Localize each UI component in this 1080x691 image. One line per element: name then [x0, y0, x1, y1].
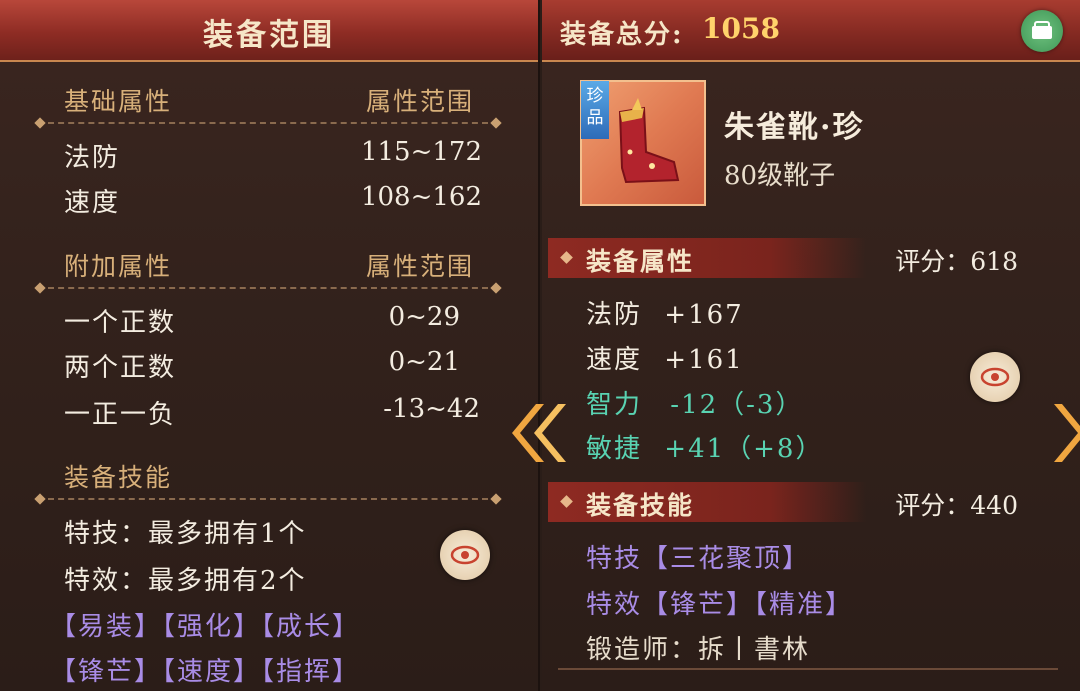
view-attributes-button[interactable]	[970, 352, 1020, 402]
extra-attr-label: 附加属性	[64, 252, 173, 281]
item-name: 朱雀靴·珍	[724, 110, 865, 145]
item-type: 80级靴子	[724, 161, 836, 191]
extra-attr-range: 0~21	[388, 347, 460, 377]
stat-line-bonus: 敏捷 +41（+8）	[586, 428, 823, 465]
skill-range-label: 装备技能	[64, 463, 173, 492]
banner-diamond	[560, 495, 573, 508]
range-panel-title: 装备范围	[203, 18, 335, 53]
divider-diamond	[490, 493, 502, 505]
skill-score: 评分：440	[895, 491, 1018, 520]
bottom-divider	[558, 668, 1058, 670]
eye-icon	[980, 367, 1010, 387]
base-attr-name: 法防	[64, 143, 121, 173]
stunt-limit-text: 特技：最多拥有1个	[64, 519, 307, 549]
chevron-right-icon	[1054, 404, 1080, 462]
stat-value: +41（+8）	[664, 434, 824, 464]
view-effects-button[interactable]	[440, 530, 490, 580]
eye-icon	[450, 545, 480, 565]
base-range-label: 属性范围	[366, 87, 475, 116]
skill-divider	[48, 498, 488, 500]
divider-diamond	[490, 282, 502, 294]
base-attr-range: 115~172	[360, 137, 482, 167]
stat-name: 智力	[586, 390, 643, 420]
detail-panel-header: 装备总分: 1058	[542, 0, 1080, 62]
equipment-range-panel: 装备范围 基础属性 属性范围 法防 115~172 速度 108~162 附加属…	[0, 0, 540, 691]
stat-line-bonus: 智力 -12（-3）	[586, 384, 803, 421]
banner-diamond	[560, 251, 573, 264]
item-icon-frame[interactable]: 珍品	[580, 80, 706, 206]
prev-item-button[interactable]	[506, 400, 566, 466]
effect-tags-row: 【易装】【强化】【成长】	[50, 612, 361, 642]
stat-line: 速度 +161	[586, 339, 744, 376]
stunt-text: 特技【三花聚顶】	[586, 544, 811, 574]
stat-name: 法防	[586, 300, 643, 330]
stat-value: -12（-3）	[670, 390, 804, 420]
skill-section-title: 装备技能	[586, 491, 695, 520]
double-chevron-left-icon	[512, 404, 566, 462]
extra-attr-range: 0~29	[388, 302, 460, 332]
effect-tags-row: 【锋芒】【速度】【指挥】	[50, 657, 361, 687]
base-attr-label: 基础属性	[64, 87, 173, 116]
extra-attr-range: -13~42	[383, 394, 480, 424]
skill-section-banner: 装备技能	[548, 482, 866, 522]
base-attr-range: 108~162	[360, 182, 482, 212]
extra-attr-name: 一个正数	[64, 308, 177, 338]
share-icon	[1032, 21, 1052, 39]
total-score-label: 装备总分:	[560, 20, 684, 50]
smith-text: 锻造师：拆丨書林	[586, 635, 811, 665]
share-button[interactable]	[1021, 10, 1063, 52]
stat-line: 法防 +167	[586, 294, 744, 331]
stat-name: 速度	[586, 345, 643, 375]
divider-diamond	[34, 493, 46, 505]
rarity-badge: 珍品	[581, 81, 609, 139]
divider-diamond	[490, 117, 502, 129]
base-attr-name: 速度	[64, 188, 121, 218]
divider-diamond	[34, 117, 46, 129]
attr-score: 评分：618	[895, 247, 1018, 276]
range-panel-header: 装备范围	[0, 0, 538, 62]
next-item-button[interactable]	[1050, 400, 1080, 466]
extra-attr-name: 两个正数	[64, 353, 177, 383]
extra-range-label: 属性范围	[366, 252, 475, 281]
extra-divider	[48, 287, 488, 289]
base-divider	[48, 122, 488, 124]
stat-value: +161	[664, 345, 744, 375]
stat-value: +167	[664, 300, 744, 330]
attr-section-title: 装备属性	[586, 247, 695, 276]
attr-section-banner: 装备属性	[548, 238, 866, 278]
extra-attr-name: 一正一负	[64, 400, 177, 430]
effect-limit-text: 特效：最多拥有2个	[64, 566, 307, 596]
total-score-value: 1058	[702, 12, 780, 45]
stat-name: 敏捷	[586, 434, 643, 464]
divider-diamond	[34, 282, 46, 294]
effect-text: 特效【锋芒】【精准】	[586, 590, 854, 620]
equipment-detail-panel: 装备总分: 1058 珍品 朱雀靴·珍 80级靴子 装备属性 评分：618 法防…	[542, 0, 1080, 691]
